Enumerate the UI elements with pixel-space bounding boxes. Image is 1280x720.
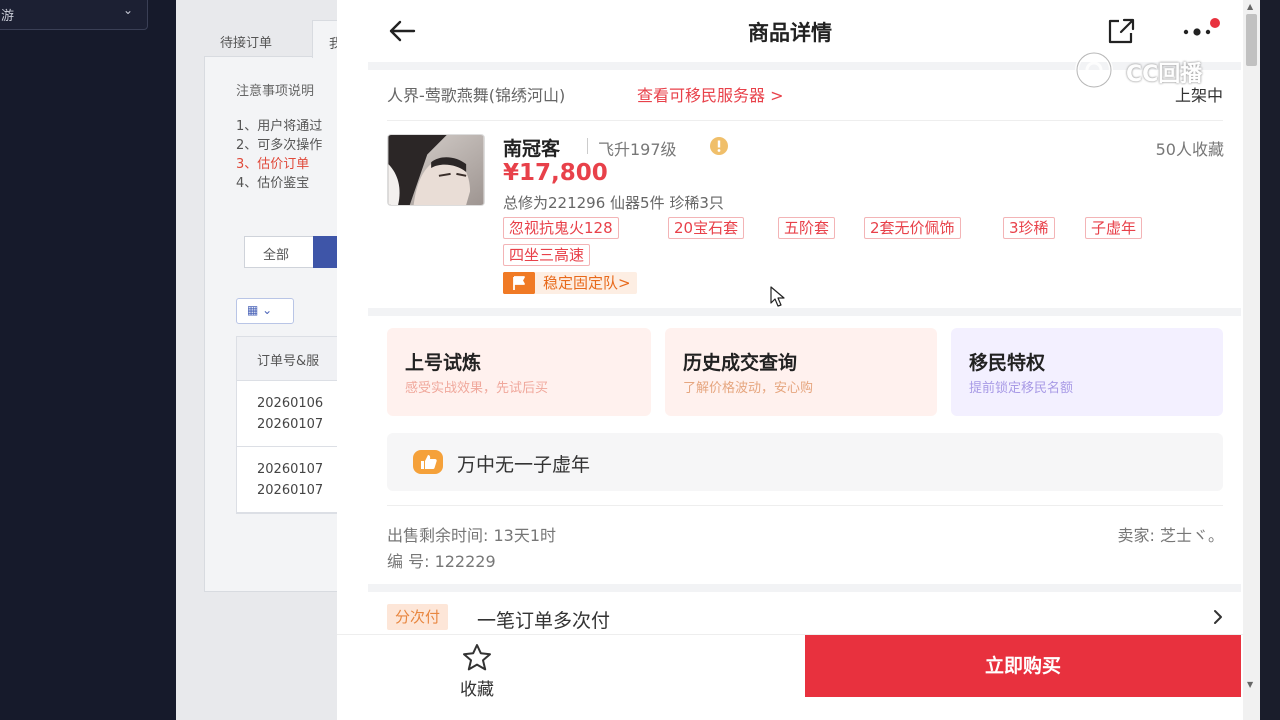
team-badge-label: 稳定固定队> bbox=[543, 274, 631, 292]
table-row[interactable]: 20260106 20260107 bbox=[237, 381, 340, 447]
feature-title: 上号试炼 bbox=[405, 352, 482, 374]
segment-filter: 全部 bbox=[244, 236, 340, 268]
tag: 20宝石套 bbox=[668, 217, 745, 239]
table-row[interactable]: 20260107 20260107 bbox=[237, 447, 340, 513]
tag: 五阶套 bbox=[778, 217, 836, 239]
divider bbox=[387, 505, 1223, 506]
game-select[interactable]: 游 ⌄ bbox=[0, 0, 148, 30]
table-cell: 20260107 bbox=[257, 483, 324, 498]
segment-active[interactable] bbox=[313, 236, 340, 268]
product-detail-panel: 商品详情 人界-莺歌燕舞(锦绣河山) 查看可移民服务器 > 上架中 南冠客 飞升… bbox=[337, 0, 1243, 720]
remaining-time: 出售剩余时间: 13天1时 bbox=[387, 526, 557, 545]
tab-pending-orders[interactable]: 待接订单 bbox=[204, 20, 286, 58]
note-line: 4、估价鉴宝 bbox=[236, 176, 310, 191]
warning-icon[interactable] bbox=[707, 136, 731, 156]
price-history-card[interactable]: 历史成交查询 了解价格波动，安心购 bbox=[665, 328, 937, 416]
section-divider bbox=[368, 584, 1241, 592]
character-name: 南冠客 bbox=[503, 138, 561, 160]
installment-badge: 分次付 bbox=[387, 604, 449, 630]
left-nav: 游 ⌄ bbox=[0, 0, 176, 720]
segment-all[interactable]: 全部 bbox=[263, 248, 289, 263]
background-tabs: 待接订单 我 bbox=[204, 20, 340, 58]
watermark-logo bbox=[1075, 51, 1113, 89]
share-icon[interactable] bbox=[1105, 16, 1137, 46]
orders-table: 订单号&服 20260106 20260107 20260107 2026010… bbox=[236, 336, 340, 514]
migration-privilege-card[interactable]: 移民特权 提前锁定移民名额 bbox=[951, 328, 1223, 416]
tag: 3珍稀 bbox=[1003, 217, 1055, 239]
tab-active[interactable]: 我 bbox=[312, 20, 340, 58]
right-edge bbox=[1260, 0, 1280, 720]
notes-title: 注意事项说明 bbox=[236, 84, 315, 99]
highlight-text: 万中无一子虚年 bbox=[457, 454, 591, 476]
table-cell: 20260107 bbox=[257, 462, 324, 477]
server-name: 人界-莺歌燕舞(锦绣河山) bbox=[387, 86, 566, 105]
character-avatar bbox=[387, 134, 485, 206]
feature-subtitle: 了解价格波动，安心购 bbox=[683, 381, 814, 396]
scroll-up-icon[interactable]: ▲ bbox=[1247, 2, 1253, 11]
migrate-servers-link[interactable]: 查看可移民服务器 > bbox=[637, 82, 784, 106]
chevron-down-icon: ⌄ bbox=[122, 3, 133, 17]
watermark: CC回播 bbox=[1070, 48, 1248, 92]
section-divider bbox=[368, 308, 1241, 316]
favorite-label: 收藏 bbox=[460, 680, 494, 700]
table-header: 订单号&服 bbox=[237, 337, 340, 381]
feature-subtitle: 感受实战效果，先试后买 bbox=[405, 381, 549, 396]
seller-name: 卖家: 芝士ヾ。 bbox=[1117, 526, 1224, 545]
flag-icon bbox=[503, 272, 535, 294]
scrollbar[interactable]: ▲ ▼ bbox=[1243, 0, 1260, 720]
name-divider bbox=[587, 138, 588, 154]
scroll-down-icon[interactable]: ▼ bbox=[1247, 680, 1253, 689]
feature-title: 移民特权 bbox=[969, 352, 1046, 374]
feature-subtitle: 提前锁定移民名额 bbox=[969, 381, 1074, 396]
table-cell: 20260107 bbox=[257, 417, 324, 432]
feature-title: 历史成交查询 bbox=[683, 352, 798, 374]
game-select-value: 游 bbox=[1, 9, 15, 24]
chevron-right-icon bbox=[1214, 610, 1222, 624]
price: ¥17,800 bbox=[503, 160, 608, 186]
character-stats: 总修为221296 仙器5件 珍稀3只 bbox=[503, 194, 724, 212]
note-line: 2、可多次操作 bbox=[236, 138, 323, 153]
installment-row[interactable]: 分次付 一笔订单多次付 bbox=[387, 604, 1227, 634]
buy-now-button[interactable]: 立即购买 bbox=[805, 635, 1241, 697]
note-line: 1、用户将通过 bbox=[236, 119, 323, 134]
thumbs-up-icon bbox=[413, 450, 443, 474]
tag: 子虚年 bbox=[1085, 217, 1143, 239]
bottom-action-bar: 收藏 立即购买 bbox=[337, 634, 1243, 720]
tag: 2套无价佩饰 bbox=[864, 217, 961, 239]
star-icon bbox=[463, 644, 491, 671]
highlight-banner: 万中无一子虚年 bbox=[387, 433, 1223, 491]
trial-play-card[interactable]: 上号试炼 感受实战效果，先试后买 bbox=[387, 328, 651, 416]
note-line: 3、估价订单 bbox=[236, 157, 310, 172]
table-cell: 20260106 bbox=[257, 396, 324, 411]
mouse-cursor-icon bbox=[770, 286, 785, 307]
team-badge[interactable]: 稳定固定队> bbox=[503, 272, 637, 294]
column-settings-button[interactable]: ▦ ⌄ bbox=[236, 298, 294, 324]
more-icon[interactable] bbox=[1182, 18, 1222, 46]
serial-number: 编 号: 122229 bbox=[387, 552, 496, 571]
watermark-text: CC回播 bbox=[1126, 62, 1203, 87]
favorite-button[interactable]: 收藏 bbox=[437, 643, 517, 701]
grid-icon: ▦ ⌄ bbox=[247, 303, 273, 317]
divider bbox=[387, 120, 1223, 121]
tag: 忽视抗鬼火128 bbox=[503, 217, 619, 239]
character-level: 飞升197级 bbox=[598, 140, 677, 159]
tag: 四坐三高速 bbox=[503, 244, 591, 266]
installment-text: 一笔订单多次付 bbox=[477, 610, 611, 632]
favorite-count: 50人收藏 bbox=[1155, 140, 1224, 159]
notes-section: 注意事项说明 1、用户将通过 2、可多次操作 3、估价订单 4、估价鉴宝 bbox=[236, 82, 340, 193]
background-main: 待接订单 我 注意事项说明 1、用户将通过 2、可多次操作 3、估价订单 4、估… bbox=[176, 0, 340, 720]
